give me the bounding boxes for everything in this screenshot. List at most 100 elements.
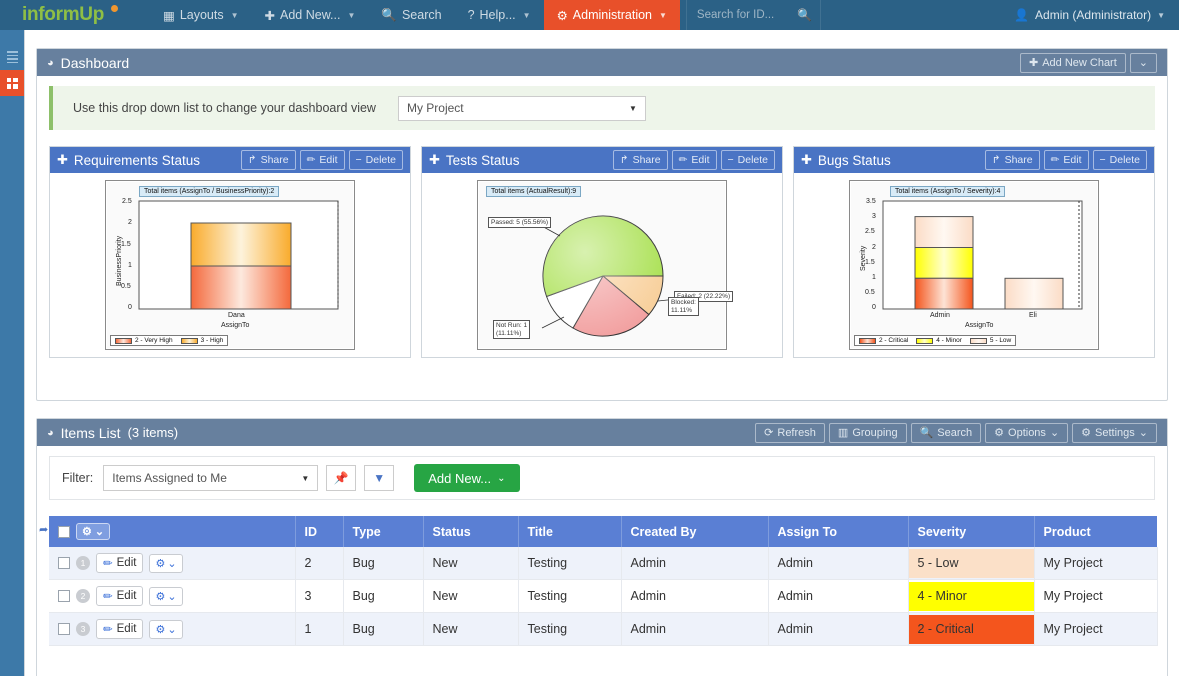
pencil-icon: ✏ xyxy=(103,558,113,570)
chevron-down-icon: ⌄ xyxy=(167,590,177,603)
cell-title: Testing xyxy=(518,579,622,613)
edit-row-button[interactable]: ✏ Edit xyxy=(96,619,144,639)
nav-item-label: Search xyxy=(401,8,442,22)
requirements-chart-canvas[interactable]: Total items (AssignTo / BusinessPriority… xyxy=(105,180,355,350)
cell-assign-to: Admin xyxy=(768,612,909,646)
minus-icon: − xyxy=(355,154,362,166)
row-menu-button[interactable]: ⚙ ⌄ xyxy=(149,553,183,573)
column-status[interactable]: Status xyxy=(423,516,519,547)
search-icon[interactable]: 🔍 xyxy=(797,8,812,22)
chart-title-label: Requirements Status xyxy=(73,152,200,168)
share-label: Share xyxy=(260,154,289,166)
x-tick-label: Admin xyxy=(930,312,950,319)
pencil-icon: ✏ xyxy=(103,591,113,603)
cell-severity: 2 - Critical xyxy=(908,612,1035,646)
edit-row-button[interactable]: ✏ Edit xyxy=(96,586,144,606)
user-menu[interactable]: 👤 Admin (Administrator) ▼ xyxy=(1014,0,1179,30)
dashboard-view-hint: Use this drop down list to change your d… xyxy=(73,101,376,115)
legend-label: 4 - Minor xyxy=(936,337,962,344)
chevron-down-icon: ▼ xyxy=(1157,10,1165,20)
grouping-button[interactable]: ▥ Grouping xyxy=(828,422,907,443)
cell-status: New xyxy=(423,547,519,580)
share-button[interactable]: ↱ Share xyxy=(984,150,1040,170)
delete-button[interactable]: − Delete xyxy=(720,150,775,170)
x-axis-title: AssignTo xyxy=(221,322,250,329)
cell-type: Bug xyxy=(343,579,424,613)
expand-panel-icon[interactable]: ➦ xyxy=(39,523,48,536)
column-title[interactable]: Title xyxy=(518,516,622,547)
cell-severity: 5 - Low xyxy=(908,547,1035,580)
dashboard-panel: ◕ Dashboard ✚ Add New Chart ⌄ Use this d… xyxy=(36,48,1168,401)
chart-header-actions: ↱ Share ✏ Edit − Delete xyxy=(984,150,1147,170)
delete-button[interactable]: − Delete xyxy=(348,150,403,170)
column-severity[interactable]: Severity xyxy=(908,516,1035,547)
cell-product: My Project xyxy=(1034,612,1158,646)
add-new-item-button[interactable]: Add New... ⌄ xyxy=(414,464,520,492)
global-search-box[interactable]: 🔍 xyxy=(685,0,821,30)
row-checkbox[interactable] xyxy=(58,590,70,602)
sidebar-item-menu[interactable] xyxy=(0,44,24,70)
bulk-actions-menu[interactable]: ⚙ ⌄ xyxy=(76,523,111,540)
delete-label: Delete xyxy=(1109,154,1140,166)
items-list-body: Filter: Items Assigned to Me ▼ 📌 ▼ Add N… xyxy=(37,446,1167,656)
nav-item-add-new[interactable]: ✚ Add New... ▼ xyxy=(252,0,369,30)
chevron-down-icon: ▼ xyxy=(347,10,356,20)
options-button[interactable]: ⚙ Options ⌄ xyxy=(985,422,1069,443)
bugs-chart-canvas[interactable]: Total items (AssignTo / Severity):4 3.5 … xyxy=(849,180,1099,350)
edit-label: Edit xyxy=(319,154,338,166)
column-product[interactable]: Product xyxy=(1034,516,1157,547)
add-new-chart-label: Add New Chart xyxy=(1042,56,1117,69)
nav-item-administration[interactable]: ⚙ Administration ▼ xyxy=(543,0,680,30)
dashboard-more-button[interactable]: ⌄ xyxy=(1129,52,1157,73)
delete-button[interactable]: − Delete xyxy=(1092,150,1147,170)
question-icon: ? xyxy=(467,8,475,22)
edit-button[interactable]: ✏ Edit xyxy=(299,150,345,170)
magnifier-icon: 🔍 xyxy=(381,7,397,22)
settings-button[interactable]: ⚙ Settings ⌄ xyxy=(1072,422,1157,443)
nav-item-search[interactable]: 🔍 Search xyxy=(368,0,454,30)
brand-logo[interactable]: informUp xyxy=(0,0,150,30)
chart-panel-bugs-status: ✚ Bugs Status ↱ Share ✏ Edit − Delete Total… xyxy=(793,146,1155,358)
nav-item-help[interactable]: ? Help... ▼ xyxy=(455,0,544,30)
table-row[interactable]: 1 ✏ Edit ⚙ ⌄ 2 Bug New Testing Admin Admin xyxy=(49,547,1158,580)
cell-created-by: Admin xyxy=(621,579,769,613)
add-new-chart-button[interactable]: ✚ Add New Chart xyxy=(1019,52,1126,73)
edit-button[interactable]: ✏ Edit xyxy=(1043,150,1089,170)
pin-filter-button[interactable]: 📌 xyxy=(326,465,357,491)
pie-label-blocked: Blocked: 11.11% xyxy=(668,297,699,316)
left-sidebar-rail xyxy=(0,30,24,676)
select-all-checkbox[interactable] xyxy=(58,525,70,538)
column-id[interactable]: ID xyxy=(295,516,344,547)
gear-icon: ⚙ xyxy=(994,426,1005,439)
nav-item-label: Help... xyxy=(479,8,516,22)
share-icon: ↱ xyxy=(991,154,1001,166)
table-row[interactable]: 3 ✏ Edit ⚙ ⌄ 1 Bug New Testing Admin Admin xyxy=(49,612,1158,646)
dashboard-view-select[interactable]: My Project ▼ xyxy=(397,95,646,121)
legend-label: 2 - Critical xyxy=(879,337,909,344)
row-number-badge: 2 xyxy=(76,589,90,603)
share-button[interactable]: ↱ Share xyxy=(612,150,668,170)
search-input[interactable] xyxy=(694,8,795,22)
edit-row-button[interactable]: ✏ Edit xyxy=(96,553,144,573)
share-button[interactable]: ↱ Share xyxy=(240,150,296,170)
filter-select[interactable]: Items Assigned to Me ▼ xyxy=(103,465,319,491)
chevron-down-icon: ▼ xyxy=(301,473,310,483)
sidebar-item-dashboard[interactable] xyxy=(0,70,24,96)
row-checkbox[interactable] xyxy=(58,557,70,569)
nav-item-layouts[interactable]: ▦ Layouts ▼ xyxy=(150,0,252,30)
table-row[interactable]: 2 ✏ Edit ⚙ ⌄ 3 Bug New Testing Admin Admin xyxy=(49,579,1158,613)
refresh-button[interactable]: ⟳ Refresh xyxy=(755,422,825,443)
row-checkbox[interactable] xyxy=(58,623,70,635)
apply-filter-button[interactable]: ▼ xyxy=(364,465,395,491)
column-type[interactable]: Type xyxy=(343,516,424,547)
search-button[interactable]: 🔍 Search xyxy=(910,422,982,443)
chart-panel-requirements-status: ✚ Requirements Status ↱ Share ✏ Edit − Dele… xyxy=(49,146,411,358)
row-menu-button[interactable]: ⚙ ⌄ xyxy=(149,619,183,639)
brand-dot-icon xyxy=(111,5,118,12)
row-menu-button[interactable]: ⚙ ⌄ xyxy=(149,586,183,606)
column-assign-to[interactable]: Assign To xyxy=(768,516,909,547)
edit-button[interactable]: ✏ Edit xyxy=(671,150,717,170)
column-created-by[interactable]: Created By xyxy=(621,516,769,547)
plus-icon: ✚ xyxy=(1028,56,1039,69)
tests-chart-canvas[interactable]: Total items (ActualResult):9 Passed: 5 (… xyxy=(477,180,734,350)
